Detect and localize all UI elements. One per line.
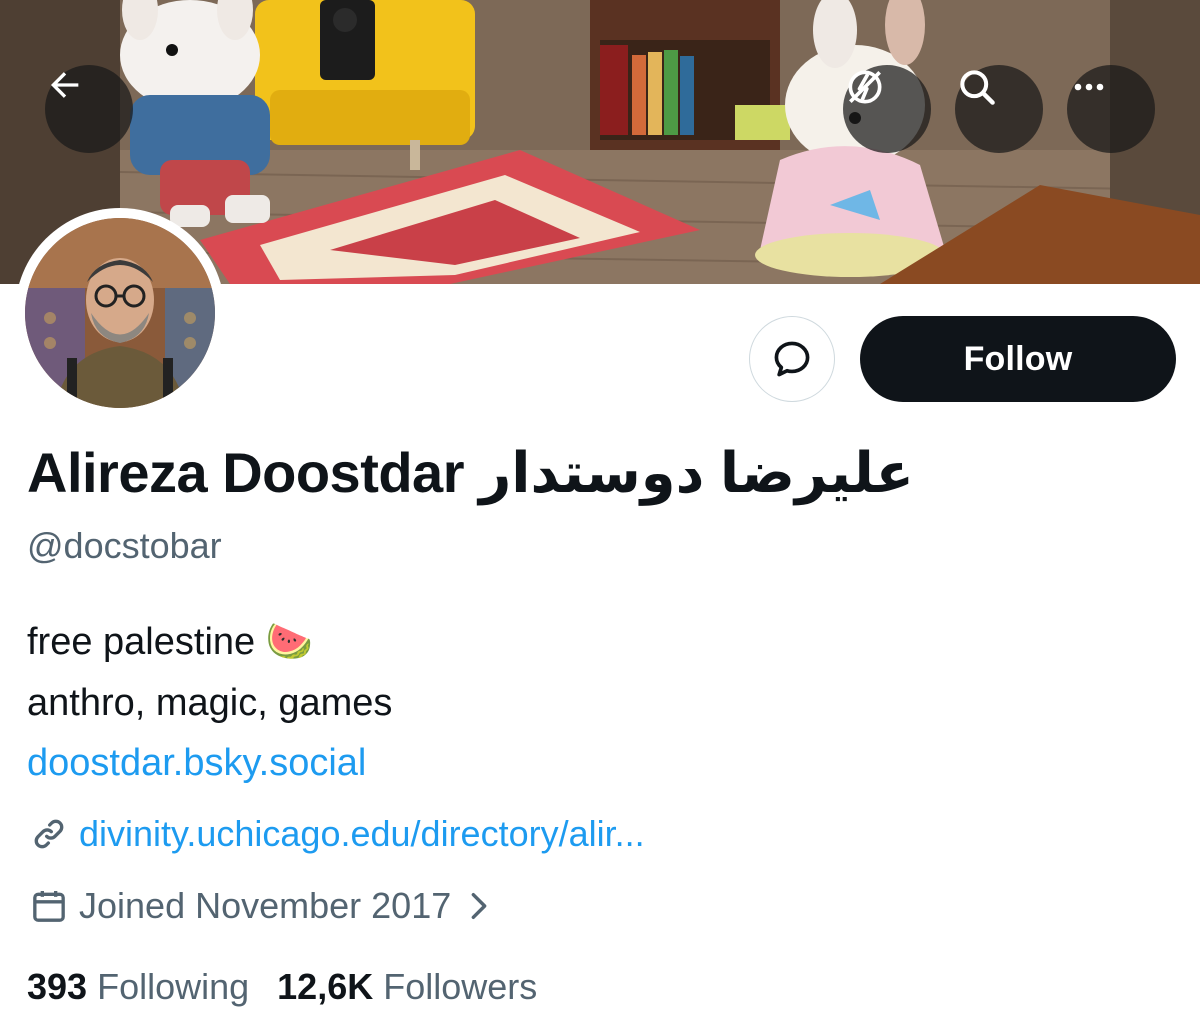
lightning-button[interactable] [843,65,931,153]
follow-button[interactable]: Follow [860,316,1176,402]
following-stat[interactable]: 393 Following [27,966,249,1008]
arrow-left-icon [51,72,79,98]
stats-row: 393 Following 12,6K Followers [27,966,565,1008]
following-label: Following [97,966,250,1007]
more-dots-icon [1074,83,1104,91]
more-button[interactable] [1067,65,1155,153]
message-button[interactable] [749,316,835,402]
bio-line: free palestine 🍉 [27,621,314,663]
search-icon [960,70,995,105]
joined-date: Joined November 2017 [79,885,452,926]
website-row: divinity.uchicago.edu/directory/alir... [27,812,645,856]
bio-line: anthro, magic, games [27,682,393,724]
joined-row[interactable]: Joined November 2017 [27,884,493,928]
calendar-icon [27,884,71,928]
avatar[interactable] [25,218,215,408]
message-bubble-icon [774,341,810,377]
back-button[interactable] [45,65,133,153]
bio-link[interactable]: doostdar.bsky.social [27,742,366,785]
avatar-image [25,218,215,408]
followers-label: Followers [383,966,538,1007]
followers-stat[interactable]: 12,6K Followers [277,966,537,1008]
search-button[interactable] [955,65,1043,153]
profile-handle: @docstobar [27,525,222,566]
website-link[interactable]: divinity.uchicago.edu/directory/alir... [79,813,645,855]
link-icon [27,812,71,856]
chevron-right-icon [465,889,493,923]
followers-count: 12,6K [277,966,374,1007]
lightning-slash-icon [848,70,882,104]
display-name: Alireza Doostdar علیرضا دوستدار [27,441,914,504]
following-count: 393 [27,966,88,1007]
